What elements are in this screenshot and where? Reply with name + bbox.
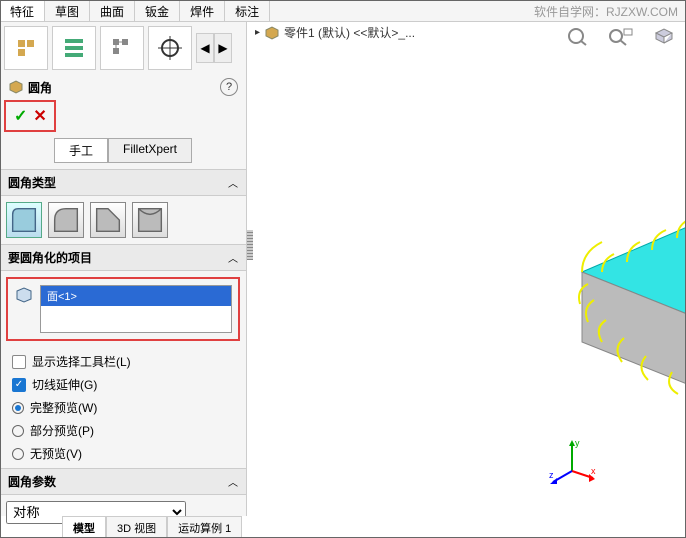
doc-breadcrumb[interactable]: ▸ 零件1 (默认) <<默认>_...	[255, 24, 415, 41]
tab-motion[interactable]: 运动算例 1	[167, 517, 242, 538]
panel-right-arrow[interactable]: ▶	[214, 33, 232, 63]
full-round-btn[interactable]	[132, 202, 168, 238]
feature-header: 圆角 ?	[0, 74, 246, 100]
confirm-cancel-row: ✓ ✕	[4, 100, 56, 132]
target-icon[interactable]	[148, 26, 192, 70]
tab-feature[interactable]: 特征	[0, 0, 45, 21]
constant-fillet-btn[interactable]	[6, 202, 42, 238]
full-preview-radio[interactable]: 完整预览(W)	[12, 399, 234, 416]
zoom-fit-icon[interactable]	[558, 22, 594, 50]
z-axis-label: z	[549, 470, 554, 480]
manual-mode-btn[interactable]: 手工	[54, 138, 108, 163]
3d-model[interactable]	[532, 142, 686, 432]
filletxpert-btn[interactable]: FilletXpert	[108, 138, 192, 163]
watermark: 软件自学网：RJZXW.COM	[526, 0, 686, 21]
face-fillet-btn[interactable]	[90, 202, 126, 238]
property-panel-icon[interactable]	[52, 26, 96, 70]
partial-preview-radio[interactable]: 部分预览(P)	[12, 422, 234, 439]
face-icon	[14, 285, 34, 305]
feature-title: 圆角	[28, 79, 52, 96]
3d-viewport[interactable]: ▸ 零件1 (默认) <<默认>_...	[247, 22, 686, 516]
tab-surface[interactable]: 曲面	[90, 0, 135, 21]
view-triad[interactable]: y x z	[547, 436, 597, 486]
selection-box: 面<1>	[6, 277, 240, 341]
fillet-type-header[interactable]: 圆角类型 ︿	[0, 169, 246, 196]
y-axis-label: y	[575, 438, 580, 448]
list-item[interactable]: 面<1>	[41, 286, 231, 306]
chevron-up-icon[interactable]: ︿	[228, 250, 238, 265]
view-orientation-icon[interactable]	[646, 22, 682, 50]
chevron-up-icon[interactable]: ︿	[228, 175, 238, 190]
selection-list[interactable]: 面<1>	[40, 285, 232, 333]
tab-weldment[interactable]: 焊件	[180, 0, 225, 21]
part-icon	[264, 25, 280, 41]
tab-sketch[interactable]: 草图	[45, 0, 90, 21]
show-toolbar-check[interactable]: 显示选择工具栏(L)	[12, 353, 234, 370]
cancel-button[interactable]: ✕	[33, 106, 46, 126]
tab-model[interactable]: 模型	[62, 517, 106, 538]
help-icon[interactable]: ?	[220, 78, 238, 96]
panel-left-arrow[interactable]: ◀	[196, 33, 214, 63]
params-header[interactable]: 圆角参数 ︿	[0, 468, 246, 495]
items-header[interactable]: 要圆角化的项目 ︿	[0, 244, 246, 271]
chevron-up-icon[interactable]: ︿	[228, 474, 238, 489]
variable-fillet-btn[interactable]	[48, 202, 84, 238]
no-preview-radio[interactable]: 无预览(V)	[12, 445, 234, 462]
config-icon[interactable]	[100, 26, 144, 70]
tab-3dview[interactable]: 3D 视图	[106, 517, 167, 538]
feature-tree-icon[interactable]	[4, 26, 48, 70]
panel-resize-handle[interactable]	[247, 230, 253, 260]
tab-sheetmetal[interactable]: 钣金	[135, 0, 180, 21]
x-axis-label: x	[591, 466, 596, 476]
tab-annotate[interactable]: 标注	[225, 0, 270, 21]
zoom-area-icon[interactable]	[602, 22, 638, 50]
property-manager: ◀ ▶ 圆角 ? ✓ ✕ 手工 FilletXpert 圆角类型 ︿ 要圆角化的	[0, 22, 247, 516]
fillet-icon	[8, 79, 24, 95]
ok-button[interactable]: ✓	[14, 106, 27, 126]
tangent-check[interactable]: ✓切线延伸(G)	[12, 376, 234, 393]
